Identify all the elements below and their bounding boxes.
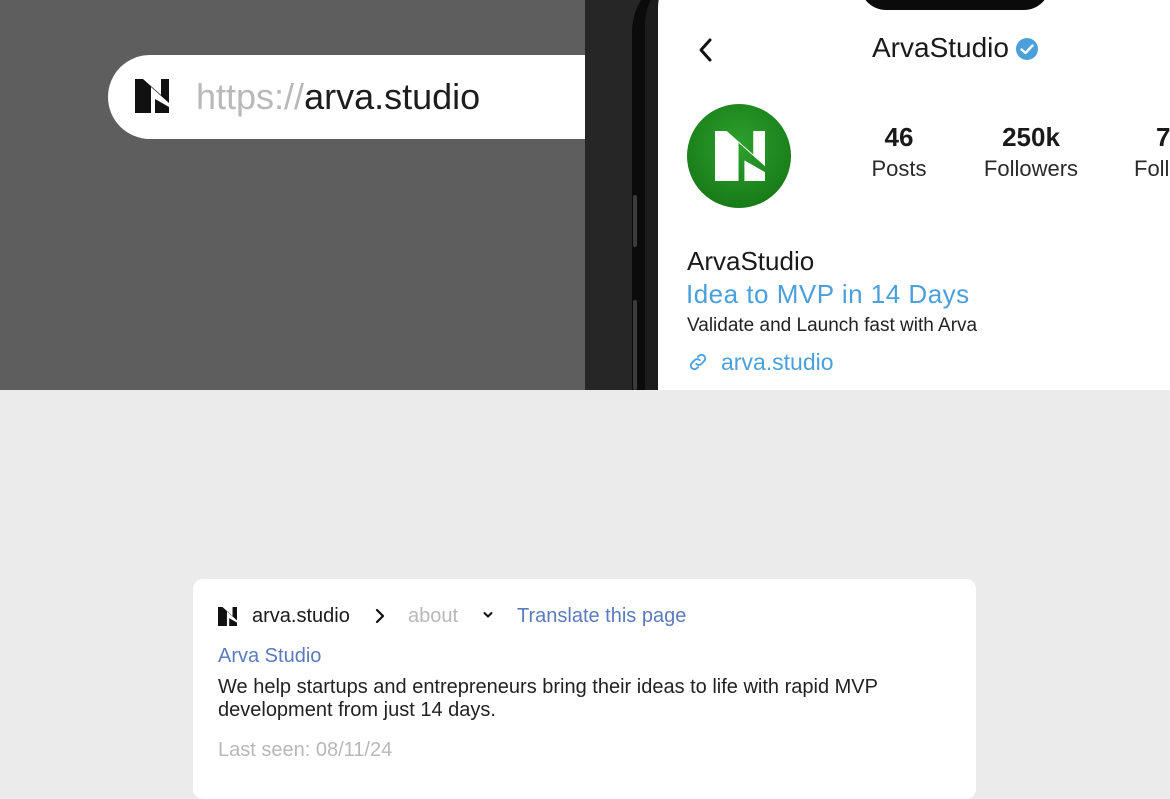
bio-name: ArvaStudio <box>687 246 815 276</box>
phone-screen: ArvaStudio 46 Posts 250k Followers 7 Fol… <box>658 0 1170 390</box>
address-bar[interactable]: https://arva.studio <box>108 55 668 139</box>
result-site[interactable]: arva.studio <box>252 602 350 630</box>
result-last-seen: Last seen: 08/11/24 <box>218 739 393 761</box>
result-breadcrumb[interactable]: about <box>408 602 458 630</box>
url-text[interactable]: https://arva.studio <box>196 73 480 121</box>
bio-link[interactable]: arva.studio <box>687 345 834 379</box>
url-host: arva.studio <box>304 76 481 117</box>
chevron-right-icon <box>375 608 385 624</box>
phone-side-button <box>633 300 637 390</box>
verified-badge-icon <box>1015 38 1038 60</box>
result-title[interactable]: Arva Studio <box>218 642 321 670</box>
arva-logo-icon <box>715 131 765 181</box>
arva-logo-icon <box>135 79 169 113</box>
stat-value: 7 <box>1156 122 1170 152</box>
stat-value: 46 <box>884 122 914 152</box>
phone-notch <box>860 0 1050 10</box>
stat-value: 250k <box>1002 122 1060 152</box>
translate-link[interactable]: Translate this page <box>517 602 686 630</box>
bio-link-text: arva.studio <box>721 349 834 375</box>
profile-avatar[interactable] <box>687 104 791 208</box>
stat-posts[interactable]: 46 Posts <box>864 122 934 186</box>
link-icon <box>689 353 707 371</box>
profile-header-name: ArvaStudio <box>872 28 1039 68</box>
stat-followers[interactable]: 250k Followers <box>980 122 1082 186</box>
stat-label: Followers <box>983 156 1079 181</box>
result-description: We help startups and entrepreneurs bring… <box>218 676 878 721</box>
back-arrow-icon[interactable] <box>694 36 718 64</box>
stat-following[interactable]: 7 Follo <box>1134 122 1170 186</box>
arva-logo-icon <box>218 607 237 626</box>
search-result-card: arva.studio about Translate this page Ar… <box>193 579 976 799</box>
chevron-down-icon[interactable] <box>482 610 494 620</box>
stat-label: Follo <box>1134 156 1170 181</box>
top-panel: https://arva.studio ArvaStudio 46 Posts <box>0 0 1170 390</box>
bio-tagline: Idea to MVP in 14 Days <box>686 279 970 309</box>
bio-description: Validate and Launch fast with Arva <box>687 315 978 336</box>
stat-label: Posts <box>871 156 927 181</box>
url-scheme: https:// <box>196 76 305 117</box>
phone-side-button <box>633 195 637 247</box>
profile-username: ArvaStudio <box>872 32 1009 63</box>
